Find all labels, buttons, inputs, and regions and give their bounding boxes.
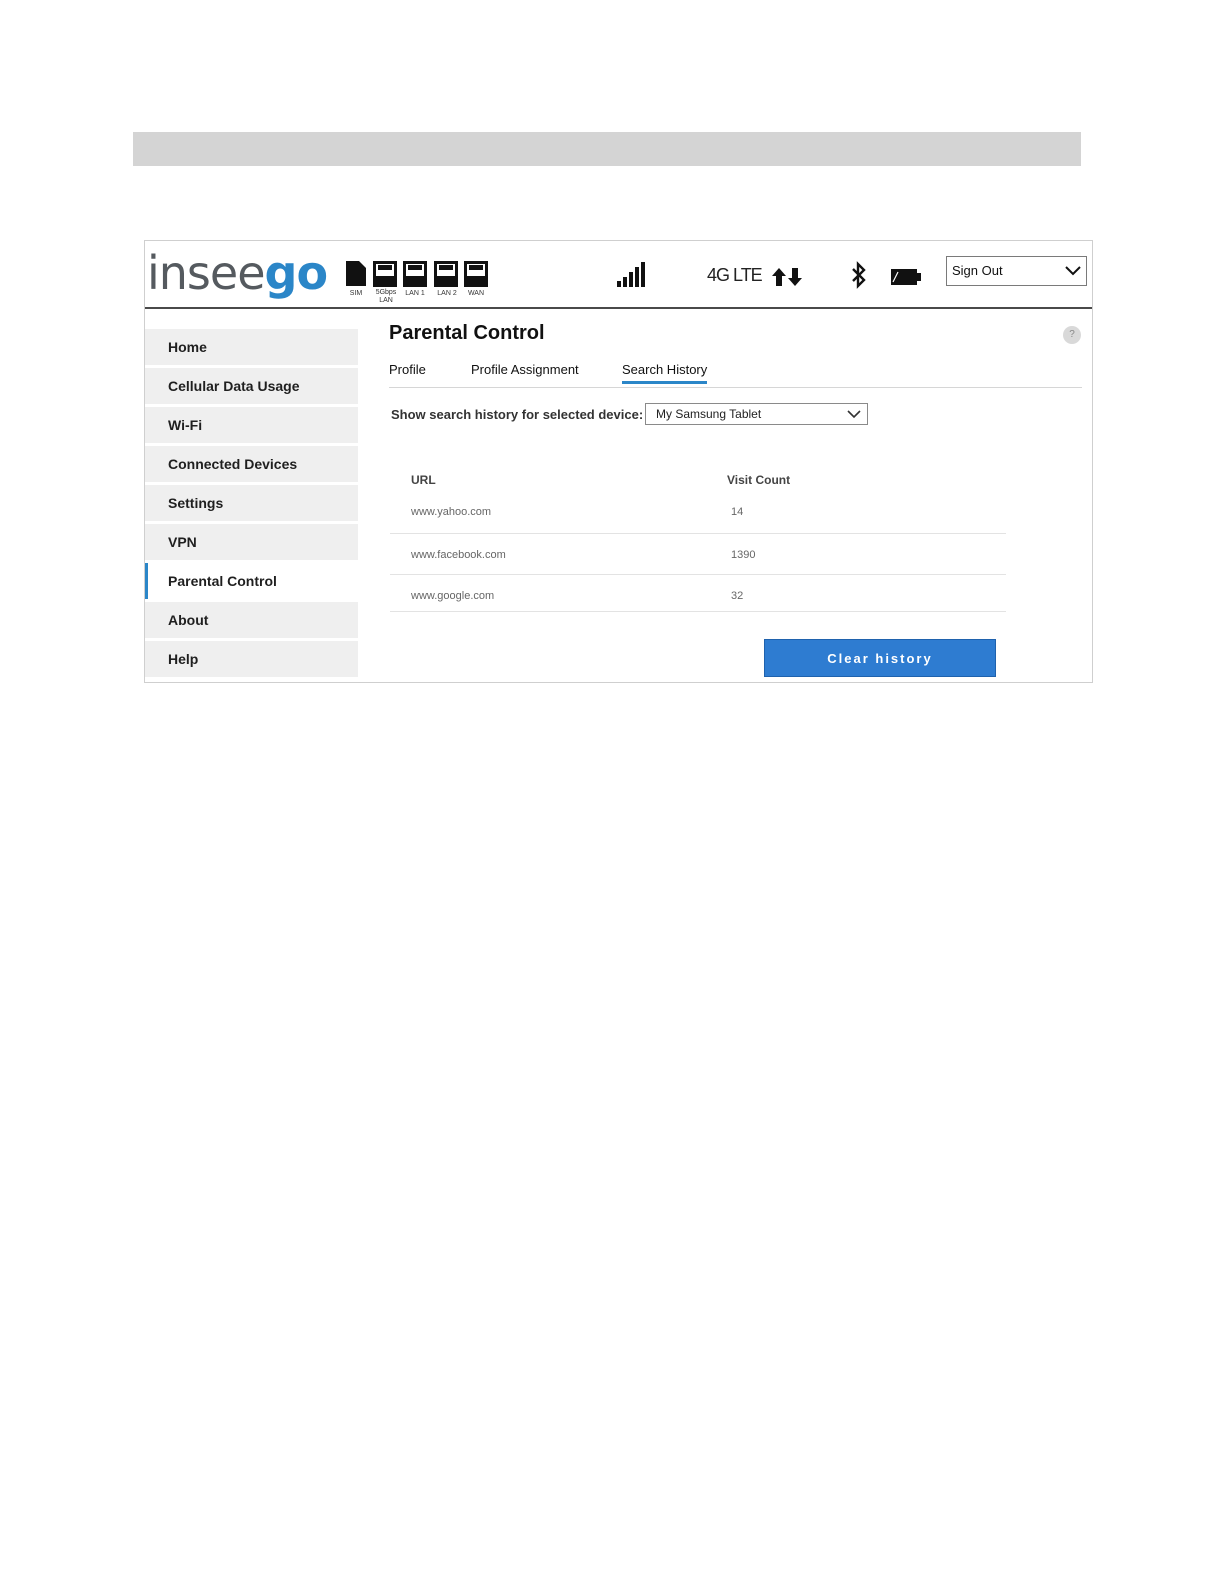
- sidebar-item-about[interactable]: About: [145, 602, 358, 638]
- inseego-logo: inseego: [147, 246, 328, 300]
- wan-label: WAN: [467, 290, 485, 297]
- tab-bar: Profile Profile Assignment Search Histor…: [389, 362, 1082, 388]
- network-type: 4G LTE: [707, 265, 763, 285]
- sidebar-item-cellular-data-usage[interactable]: Cellular Data Usage: [145, 368, 358, 404]
- ethernet-port-icon: [403, 261, 427, 287]
- tab-profile[interactable]: Profile: [389, 362, 426, 377]
- lan2-label: LAN 2: [437, 290, 457, 297]
- sidebar-item-home[interactable]: Home: [145, 329, 358, 365]
- url-cell: www.google.com: [411, 590, 495, 602]
- table-row: www.google.com 32: [390, 575, 1006, 612]
- signout-label: Sign Out: [952, 263, 1003, 278]
- ethernet-port-icon: [434, 261, 458, 287]
- device-select-value: My Samsung Tablet: [656, 407, 762, 421]
- url-cell: www.facebook.com: [411, 549, 506, 561]
- visit-count-cell: 1390: [731, 549, 756, 561]
- table-row: www.yahoo.com 14: [390, 495, 1006, 534]
- device-select[interactable]: My Samsung Tablet: [645, 403, 868, 425]
- ethernet-port-icon: [464, 261, 488, 287]
- 5gbps-lan-label: 5Gbps LAN: [375, 289, 397, 304]
- sidebar-item-vpn[interactable]: VPN: [145, 524, 358, 560]
- clear-history-button[interactable]: Clear history: [764, 639, 996, 677]
- top-header: inseego SIM 5Gbps LAN LAN 1 LAN 2 WAN 4G…: [145, 241, 1092, 309]
- lan1-label: LAN 1: [405, 290, 425, 297]
- sidebar-item-help[interactable]: Help: [145, 641, 358, 677]
- sidebar-nav: Home Cellular Data Usage Wi-Fi Connected…: [145, 329, 358, 680]
- help-icon[interactable]: ?: [1063, 326, 1081, 344]
- url-cell: www.yahoo.com: [411, 506, 492, 518]
- sim-label: SIM: [349, 290, 363, 297]
- sidebar-item-connected-devices[interactable]: Connected Devices: [145, 446, 358, 482]
- tab-profile-assignment[interactable]: Profile Assignment: [471, 362, 579, 377]
- column-header-url: URL: [411, 473, 436, 487]
- signal-bars-icon: [617, 262, 645, 287]
- chevron-down-icon: [1065, 266, 1081, 276]
- ethernet-port-icon: [373, 261, 397, 287]
- bluetooth-icon: [852, 261, 866, 289]
- table-row: www.facebook.com 1390: [390, 534, 1006, 575]
- tab-search-history[interactable]: Search History: [622, 362, 708, 384]
- gray-banner: [133, 132, 1081, 166]
- chevron-down-icon: [847, 410, 861, 419]
- data-arrows-icon: [772, 268, 802, 286]
- sidebar-item-wifi[interactable]: Wi-Fi: [145, 407, 358, 443]
- router-admin-window: inseego SIM 5Gbps LAN LAN 1 LAN 2 WAN 4G…: [144, 240, 1093, 683]
- visit-count-cell: 32: [731, 590, 744, 602]
- sidebar-item-parental-control[interactable]: Parental Control: [145, 563, 358, 599]
- sim-card-icon: [346, 261, 366, 286]
- page-title: Parental Control: [389, 322, 545, 344]
- visit-count-cell: 14: [731, 506, 744, 518]
- column-header-visit-count: Visit Count: [727, 473, 791, 487]
- signout-dropdown[interactable]: Sign Out: [946, 256, 1087, 286]
- battery-icon: [891, 269, 921, 285]
- device-select-label: Show search history for selected device:: [391, 407, 644, 422]
- sidebar-item-settings[interactable]: Settings: [145, 485, 358, 521]
